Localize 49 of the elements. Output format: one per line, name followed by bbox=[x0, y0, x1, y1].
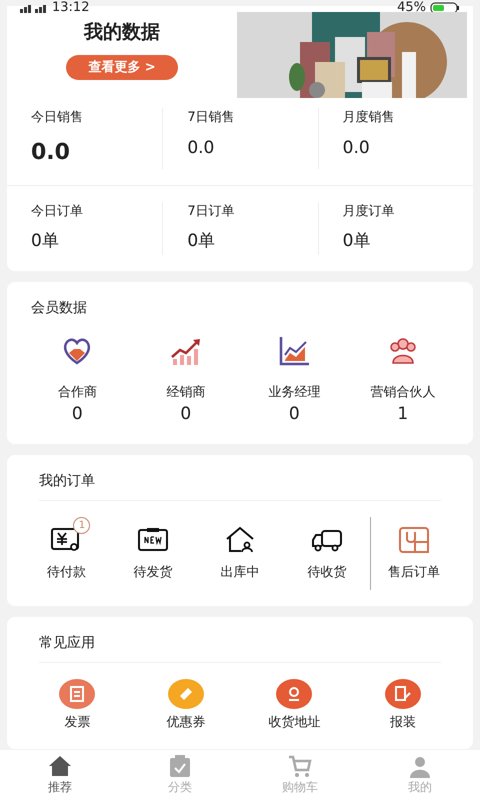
chart-icon bbox=[278, 334, 310, 366]
order-status-link[interactable]: 待收货 bbox=[307, 562, 346, 582]
stat-label: 今日订单 bbox=[31, 202, 84, 220]
member-count: 1 bbox=[397, 403, 408, 426]
address-icon[interactable] bbox=[276, 679, 312, 709]
member-label: 合作商 bbox=[58, 384, 97, 402]
app-label: 优惠券 bbox=[166, 714, 206, 732]
stat-value: 0.0 bbox=[187, 136, 216, 160]
member-count: 0 bbox=[72, 403, 83, 426]
install-icon[interactable] bbox=[384, 679, 421, 709]
member-count: 0 bbox=[288, 403, 300, 426]
section-title: 我的订单 bbox=[39, 470, 441, 500]
member-label: 经销商 bbox=[166, 384, 206, 402]
stat-label: 7日订单 bbox=[187, 202, 236, 220]
signal-icon bbox=[20, 3, 48, 13]
section-title: 常见应用 bbox=[39, 633, 441, 663]
cart-icon bbox=[287, 754, 313, 778]
category-icon bbox=[167, 754, 193, 778]
app-label: 发票 bbox=[64, 714, 90, 732]
section-title: 会员数据 bbox=[30, 298, 88, 318]
order-status-link[interactable]: 出库中 bbox=[220, 562, 260, 582]
order-status-link[interactable]: 售后订单 bbox=[388, 562, 440, 582]
house-icon bbox=[224, 524, 256, 554]
aftersale-icon bbox=[398, 524, 430, 554]
member-label: 营销合伙人 bbox=[370, 384, 436, 402]
count-badge: 1 bbox=[73, 516, 90, 534]
stat-value: 0单 bbox=[31, 230, 60, 253]
stat-label: 今日销售 bbox=[31, 109, 84, 127]
user-icon bbox=[407, 754, 433, 778]
battery-percent: 45% bbox=[397, 0, 426, 16]
home-icon bbox=[47, 754, 73, 778]
stat-value: 0单 bbox=[342, 230, 372, 253]
coupon-icon[interactable] bbox=[168, 679, 204, 709]
stat-value: 0单 bbox=[187, 230, 216, 253]
app-label: 收货地址 bbox=[268, 714, 320, 732]
banner-title: 我的数据 bbox=[84, 20, 160, 45]
clock-text: 13:12 bbox=[52, 0, 90, 16]
order-status-link[interactable]: 待付款 bbox=[46, 562, 86, 582]
stat-label: 月度销售 bbox=[342, 109, 396, 127]
member-label: 业务经理 bbox=[268, 384, 320, 402]
stat-value: 0.0 bbox=[342, 136, 371, 160]
stat-label: 7日销售 bbox=[187, 109, 236, 127]
stat-value: 0.0 bbox=[31, 138, 71, 166]
app-label: 报装 bbox=[390, 714, 416, 732]
invoice-icon[interactable] bbox=[59, 679, 96, 709]
order-status-link[interactable]: 待发货 bbox=[134, 562, 173, 582]
member-count: 0 bbox=[180, 403, 192, 426]
stat-label: 月度订单 bbox=[342, 202, 396, 220]
tab-item[interactable]: 推荐 bbox=[0, 750, 120, 800]
